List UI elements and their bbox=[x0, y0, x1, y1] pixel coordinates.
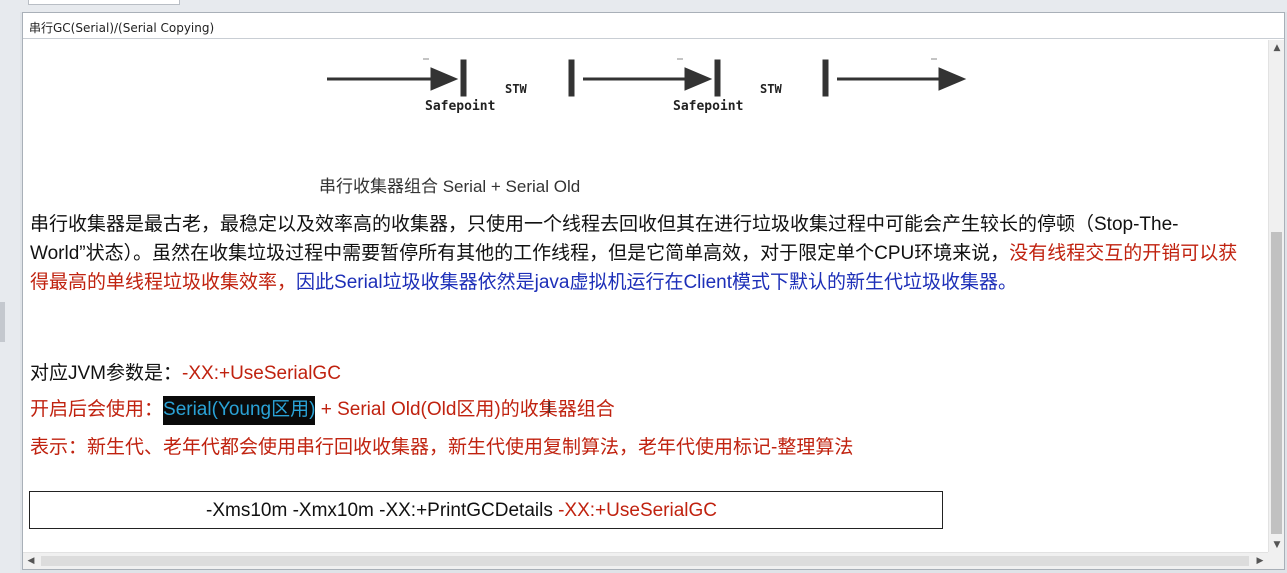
horizontal-scrollbar[interactable]: ◀ ▶ bbox=[23, 552, 1268, 569]
note-content: STW STW Safepoint Safepoint 串行收集器组合 Seri… bbox=[23, 40, 1268, 553]
scroll-left-icon[interactable]: ◀ bbox=[23, 553, 39, 569]
resume-bar-1 bbox=[568, 59, 575, 97]
usage-prefix: 开启后会使用： bbox=[30, 399, 164, 420]
document-tab[interactable] bbox=[28, 0, 180, 5]
stw-label-1: STW bbox=[505, 82, 527, 96]
arrow-head-3 bbox=[938, 67, 967, 91]
left-gutter bbox=[0, 12, 20, 573]
vertical-scrollbar[interactable]: ▲ ▼ bbox=[1268, 40, 1284, 553]
stw-diagram-graphic bbox=[327, 58, 967, 97]
safepoint-label-1: Safepoint bbox=[425, 99, 496, 114]
arrow-head-2 bbox=[684, 67, 713, 91]
text-cursor-icon: I bbox=[547, 398, 552, 417]
collector-description: 串行收集器是最古老，最稳定以及效率高的收集器，只使用一个线程去回收但其在进行垃圾… bbox=[30, 210, 1248, 297]
vertical-scroll-thumb[interactable] bbox=[1271, 232, 1282, 534]
stop-bar-1 bbox=[460, 59, 467, 97]
jvm-param-value: -XX:+UseSerialGC bbox=[182, 363, 341, 384]
scroll-down-icon[interactable]: ▼ bbox=[1269, 537, 1285, 553]
command-box: -Xms10m -Xmx10m -XX:+PrintGCDetails -XX:… bbox=[29, 491, 943, 529]
window-title: 串行GC(Serial)/(Serial Copying) bbox=[29, 21, 215, 35]
arrow-head-1 bbox=[430, 67, 459, 91]
note-window: 串行GC(Serial)/(Serial Copying) STW STW Sa… bbox=[22, 12, 1285, 570]
scrollbar-corner bbox=[1268, 552, 1284, 569]
command-text: -Xms10m -Xmx10m -XX:+PrintGCDetails -XX:… bbox=[206, 500, 717, 522]
stop-bar-2 bbox=[714, 59, 721, 97]
scroll-up-icon[interactable]: ▲ bbox=[1269, 40, 1285, 56]
scroll-right-icon[interactable]: ▶ bbox=[1252, 553, 1268, 569]
stw-diagram: STW STW Safepoint Safepoint bbox=[23, 40, 1268, 150]
meaning-line: 表示：新生代、老年代都会使用串行回收收集器，新生代使用复制算法，老年代使用标记-… bbox=[30, 437, 854, 458]
jvm-param-label: 对应JVM参数是： bbox=[30, 363, 183, 384]
top-strip bbox=[0, 0, 1287, 12]
gutter-marker bbox=[0, 302, 5, 342]
command-base: -Xms10m -Xmx10m -XX:+PrintGCDetails bbox=[206, 500, 559, 521]
description-blue: 因此Serial垃圾收集器依然是java虚拟机运行在Client模式下默认的新生… bbox=[296, 272, 1018, 293]
selected-text[interactable]: Serial(Young区用) bbox=[163, 396, 316, 425]
horizontal-scroll-thumb[interactable] bbox=[41, 556, 1249, 566]
stw-label-2: STW bbox=[760, 82, 782, 96]
resume-bar-2 bbox=[822, 59, 829, 97]
usage-line: 开启后会使用：Serial(Young区用) + Serial Old(Old区… bbox=[30, 394, 615, 425]
jvm-param-line: 对应JVM参数是：-XX:+UseSerialGC bbox=[30, 358, 341, 385]
title-bar: 串行GC(Serial)/(Serial Copying) bbox=[23, 13, 1284, 39]
diagram-caption: 串行收集器组合 Serial + Serial Old bbox=[319, 177, 581, 196]
description-black: 串行收集器是最古老，最稳定以及效率高的收集器，只使用一个线程去回收但其在进行垃圾… bbox=[30, 214, 1179, 264]
safepoint-label-2: Safepoint bbox=[673, 99, 744, 114]
command-flag: -XX:+UseSerialGC bbox=[558, 500, 718, 521]
usage-suffix: + Serial Old(Old区用)的收集器组合 bbox=[315, 399, 615, 420]
